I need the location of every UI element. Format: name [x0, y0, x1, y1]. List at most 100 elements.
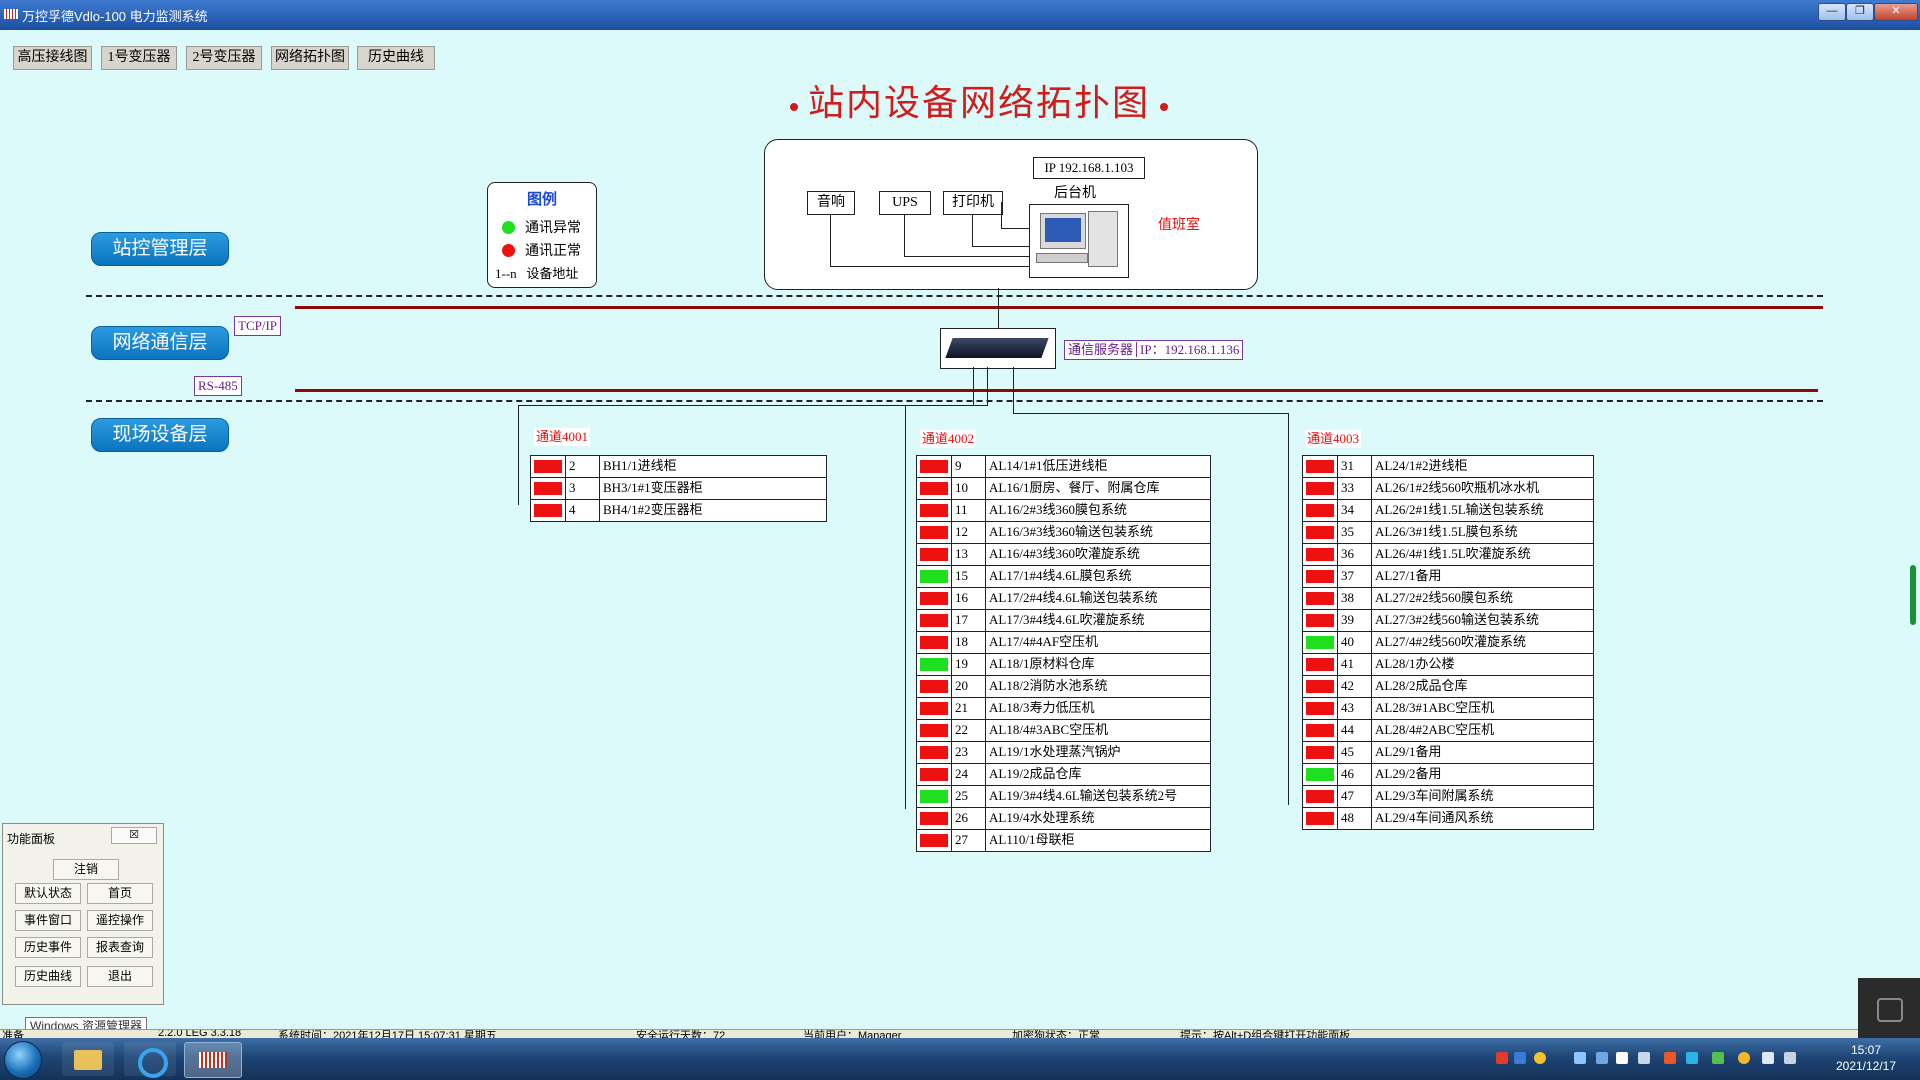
device-row[interactable]: 18 AL17/4#4AF空压机: [917, 632, 1210, 654]
device-row[interactable]: 3 BH3/1#1变压器柜: [531, 478, 826, 500]
device-row[interactable]: 19 AL18/1原材料仓库: [917, 654, 1210, 676]
maximize-button[interactable]: ❐: [1846, 3, 1874, 21]
device-row[interactable]: 48 AL29/4车间通风系统: [1303, 808, 1593, 829]
scroll-indicator[interactable]: [1910, 565, 1916, 625]
device-row[interactable]: 39 AL27/3#2线560输送包装系统: [1303, 610, 1593, 632]
device-row[interactable]: 24 AL19/2成品仓库: [917, 764, 1210, 786]
device-row[interactable]: 44 AL28/4#2ABC空压机: [1303, 720, 1593, 742]
device-address: 25: [955, 788, 968, 803]
device-row[interactable]: 45 AL29/1备用: [1303, 742, 1593, 764]
device-row[interactable]: 37 AL27/1备用: [1303, 566, 1593, 588]
device-row[interactable]: 9 AL14/1#1低压进线柜: [917, 456, 1210, 478]
device-address: 46: [1341, 766, 1354, 781]
wire: [1001, 202, 1002, 228]
minimize-button[interactable]: —: [1818, 3, 1846, 21]
device-row[interactable]: 40 AL27/4#2线560吹灌旋系统: [1303, 632, 1593, 654]
server-label-box: 通信服务器 IP：192.168.1.136: [1064, 340, 1244, 360]
layer-station-control[interactable]: 站控管理层: [91, 232, 229, 266]
exit-button[interactable]: 退出: [87, 966, 153, 987]
host-computer[interactable]: [1029, 204, 1129, 278]
tray-icon[interactable]: [1616, 1052, 1628, 1064]
tab-history-curve[interactable]: 历史曲线: [357, 46, 435, 70]
device-row[interactable]: 38 AL27/2#2线560膜包系统: [1303, 588, 1593, 610]
device-row[interactable]: 26 AL19/4水处理系统: [917, 808, 1210, 830]
device-row[interactable]: 11 AL16/2#3线360膜包系统: [917, 500, 1210, 522]
tray-icon[interactable]: [1738, 1052, 1750, 1064]
folder-icon: [74, 1050, 102, 1070]
device-row[interactable]: 2 BH1/1进线柜: [531, 456, 826, 478]
device-row[interactable]: 46 AL29/2备用: [1303, 764, 1593, 786]
tab-hv-wiring[interactable]: 高压接线图: [13, 46, 92, 70]
red-status-indicator: [1306, 592, 1334, 605]
tray-icon[interactable]: [1596, 1052, 1608, 1064]
taskbar-clock[interactable]: 15:07 2021/12/17: [1826, 1042, 1906, 1074]
device-row[interactable]: 42 AL28/2成品仓库: [1303, 676, 1593, 698]
device-row[interactable]: 21 AL18/3寿力低压机: [917, 698, 1210, 720]
device-row[interactable]: 31 AL24/1#2进线柜: [1303, 456, 1593, 478]
overlay-icon: [1877, 998, 1903, 1022]
device-row[interactable]: 17 AL17/3#4线4.6L吹灌旋系统: [917, 610, 1210, 632]
ime-mode-icon[interactable]: [1514, 1052, 1526, 1064]
printer-device[interactable]: 打印机: [943, 191, 1003, 215]
device-row[interactable]: 23 AL19/1水处理蒸汽锅炉: [917, 742, 1210, 764]
volume-icon[interactable]: [1784, 1052, 1796, 1064]
overlay-panel[interactable]: [1858, 978, 1920, 1038]
device-row[interactable]: 43 AL28/3#1ABC空压机: [1303, 698, 1593, 720]
function-panel-close-icon[interactable]: ☒: [111, 827, 157, 844]
device-row[interactable]: 47 AL29/3车间附属系统: [1303, 786, 1593, 808]
device-row[interactable]: 36 AL26/4#1线1.5L吹灌旋系统: [1303, 544, 1593, 566]
tab-transformer-2[interactable]: 2号变压器: [186, 46, 262, 70]
history-curve-button[interactable]: 历史曲线: [15, 966, 81, 987]
home-button[interactable]: 首页: [87, 883, 153, 904]
keyboard-icon[interactable]: [1574, 1052, 1586, 1064]
device-row[interactable]: 34 AL26/2#1线1.5L输送包装系统: [1303, 500, 1593, 522]
remote-control-button[interactable]: 遥控操作: [87, 910, 153, 931]
wire: [518, 405, 519, 505]
channel-4003-table: 31 AL24/1#2进线柜 33 AL26/1#2线560吹瓶机冰水机 34 AL26/…: [1302, 455, 1594, 830]
tray-icon[interactable]: [1638, 1052, 1650, 1064]
device-row[interactable]: 41 AL28/1办公楼: [1303, 654, 1593, 676]
tcp-bus: [295, 306, 1823, 309]
start-button[interactable]: [4, 1041, 42, 1079]
device-row[interactable]: 20 AL18/2消防水池系统: [917, 676, 1210, 698]
cell-divider: [1371, 720, 1372, 741]
comm-server[interactable]: [940, 328, 1056, 369]
device-row[interactable]: 13 AL16/4#3线360吹灌旋系统: [917, 544, 1210, 566]
tray-icon[interactable]: [1664, 1052, 1676, 1064]
device-address: 23: [955, 744, 968, 759]
device-row[interactable]: 22 AL18/4#3ABC空压机: [917, 720, 1210, 742]
event-window-button[interactable]: 事件窗口: [15, 910, 81, 931]
ime-icon[interactable]: [1496, 1052, 1508, 1064]
device-row[interactable]: 35 AL26/3#1线1.5L膜包系统: [1303, 522, 1593, 544]
monitor-screen: [1045, 218, 1081, 242]
ups-device[interactable]: UPS: [879, 191, 931, 215]
red-status-indicator: [1306, 680, 1334, 693]
speaker-device[interactable]: 音响: [807, 191, 855, 215]
logout-button[interactable]: 注销: [53, 859, 119, 880]
device-row[interactable]: 27 AL110/1母联柜: [917, 830, 1210, 851]
taskbar-explorer[interactable]: [62, 1042, 114, 1076]
device-row[interactable]: 25 AL19/3#4线4.6L输送包装系统2号: [917, 786, 1210, 808]
layer-network-comm[interactable]: 网络通信层: [91, 326, 229, 360]
taskbar-ie[interactable]: [124, 1042, 176, 1078]
tab-transformer-1[interactable]: 1号变压器: [101, 46, 177, 70]
device-row[interactable]: 12 AL16/3#3线360输送包装系统: [917, 522, 1210, 544]
moon-icon[interactable]: [1534, 1052, 1546, 1064]
layer-field-device[interactable]: 现场设备层: [91, 418, 229, 452]
tray-icon[interactable]: [1712, 1052, 1724, 1064]
default-state-button[interactable]: 默认状态: [15, 883, 81, 904]
device-row[interactable]: 16 AL17/2#4线4.6L输送包装系统: [917, 588, 1210, 610]
device-address: 13: [955, 546, 968, 561]
network-icon[interactable]: [1762, 1052, 1774, 1064]
device-row[interactable]: 4 BH4/1#2变压器柜: [531, 500, 826, 521]
taskbar-monitor-app[interactable]: [184, 1042, 242, 1078]
device-row[interactable]: 15 AL17/1#4线4.6L膜包系统: [917, 566, 1210, 588]
device-row[interactable]: 33 AL26/1#2线560吹瓶机冰水机: [1303, 478, 1593, 500]
report-query-button[interactable]: 报表查询: [87, 937, 153, 958]
tab-network-topology[interactable]: 网络拓扑图: [271, 46, 349, 70]
tray-icon[interactable]: [1686, 1052, 1698, 1064]
close-button[interactable]: ✕: [1874, 3, 1918, 21]
history-event-button[interactable]: 历史事件: [15, 937, 81, 958]
device-row[interactable]: 10 AL16/1厨房、餐厅、附属仓库: [917, 478, 1210, 500]
duty-room-box: 音响 UPS 打印机 IP 192.168.1.103 后台机 值班室: [764, 139, 1258, 290]
